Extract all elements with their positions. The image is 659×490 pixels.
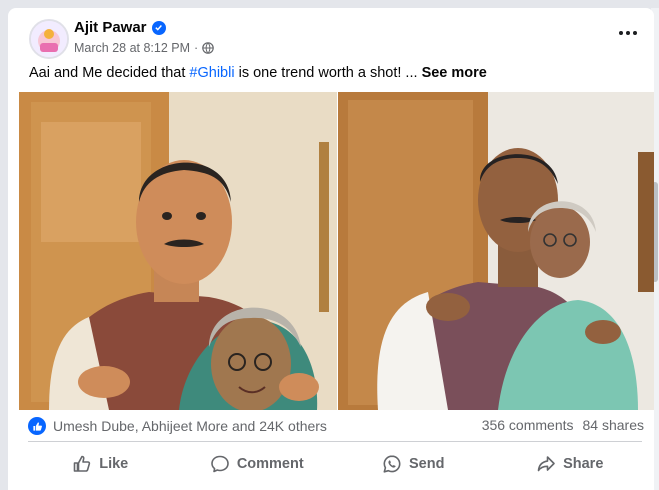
comment-button[interactable]: Comment [179, 446, 336, 482]
shares-count[interactable]: 84 shares [583, 417, 644, 433]
globe-icon[interactable] [202, 42, 215, 54]
verified-badge-icon [151, 20, 166, 35]
send-button[interactable]: Send [335, 446, 492, 482]
speech-bubble-icon [211, 455, 229, 473]
comment-label: Comment [236, 456, 304, 472]
author-avatar[interactable] [29, 19, 69, 59]
thumbs-up-icon [73, 455, 91, 472]
author-line: Ajit Pawar [74, 19, 166, 36]
share-arrow-icon [537, 456, 555, 472]
post-meta: March 28 at 8:12 PM · [74, 41, 215, 55]
engagement-counts: 356 comments 84 shares [482, 417, 644, 433]
ghibli-style-photo[interactable] [19, 92, 337, 410]
post-text-start: Aai and Me decided that [29, 65, 190, 81]
more-options-icon[interactable] [614, 23, 642, 43]
reactions-text[interactable]: Umesh Dube, Abhijeet More and 24K others [53, 418, 327, 434]
action-bar: Like Comment Send Share [22, 446, 648, 482]
hashtag-link[interactable]: #Ghibli [189, 65, 234, 81]
whatsapp-icon [383, 455, 401, 473]
share-button[interactable]: Share [492, 446, 649, 482]
comments-count[interactable]: 356 comments [482, 417, 574, 433]
post-text-end: is one trend worth a shot! ... [234, 65, 422, 81]
reactions-summary[interactable]: Umesh Dube, Abhijeet More and 24K others [28, 417, 327, 435]
divider [28, 441, 642, 442]
post-text: Aai and Me decided that #Ghibli is one t… [29, 65, 487, 81]
post-card: Ajit Pawar March 28 at 8:12 PM · Aai and… [8, 8, 654, 490]
share-label: Share [563, 456, 604, 472]
author-name[interactable]: Ajit Pawar [74, 19, 147, 36]
meta-separator: · [194, 41, 199, 55]
post-timestamp[interactable]: March 28 at 8:12 PM [74, 41, 190, 55]
send-label: Send [409, 456, 445, 472]
like-button[interactable]: Like [22, 446, 179, 482]
original-photo[interactable] [338, 92, 654, 410]
like-reaction-icon [28, 417, 46, 435]
see-more-button[interactable]: See more [422, 65, 487, 81]
like-label: Like [99, 456, 129, 472]
